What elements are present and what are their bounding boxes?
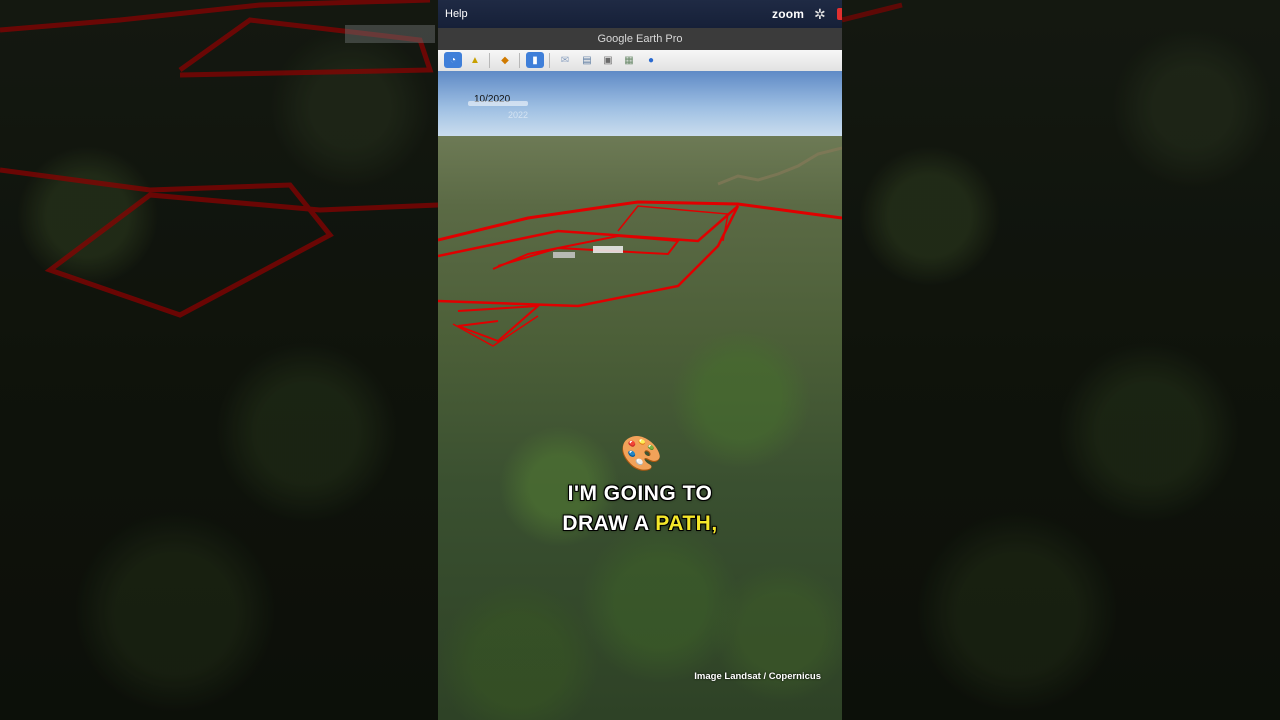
blurred-background-left bbox=[0, 0, 438, 720]
blurred-background-right bbox=[842, 0, 1280, 720]
placemark-icon[interactable]: ▲ bbox=[466, 52, 484, 68]
path-icon[interactable]: ▮ bbox=[526, 52, 544, 68]
caption-line-2-text: DRAW A bbox=[562, 512, 649, 535]
zoom-status[interactable]: zoom bbox=[772, 7, 804, 21]
caption-highlight-word: PATH, bbox=[655, 512, 718, 535]
toolbar-separator bbox=[489, 53, 490, 68]
palette-emoji-icon: 🎨 bbox=[620, 435, 663, 473]
email-icon[interactable]: ✉ bbox=[556, 52, 574, 68]
imagery-credit: Image Landsat / Copernicus bbox=[694, 671, 821, 682]
gear-icon[interactable]: ✲ bbox=[814, 6, 826, 23]
record-indicator-icon bbox=[837, 8, 842, 20]
earth-3d-view[interactable] bbox=[438, 136, 842, 720]
window-title: Google Earth Pro bbox=[438, 28, 842, 50]
help-menu[interactable]: Help bbox=[445, 8, 468, 20]
sun-icon[interactable]: ● bbox=[642, 52, 660, 68]
historical-imagery-icon[interactable]: ▦ bbox=[620, 52, 638, 68]
video-frame: Help zoom ✲ Google Earth Pro ◔ ▲ ◆ ▮ ✉ ▤… bbox=[0, 0, 1280, 720]
view-in-maps-icon[interactable]: ▣ bbox=[599, 52, 617, 68]
toolbar: ◔ ▲ ◆ ▮ ✉ ▤ ▣ ▦ ● bbox=[438, 50, 842, 72]
hide-sidebar-icon[interactable]: ◔ bbox=[444, 52, 462, 68]
google-earth-window: Help zoom ✲ Google Earth Pro ◔ ▲ ◆ ▮ ✉ ▤… bbox=[438, 0, 842, 720]
polygon-icon[interactable]: ◆ bbox=[496, 52, 514, 68]
time-slider-end-label: 2022 bbox=[508, 110, 529, 120]
toolbar-separator bbox=[519, 53, 520, 68]
time-slider[interactable] bbox=[468, 101, 528, 106]
caption-line-2: DRAW A PATH, bbox=[438, 512, 842, 536]
print-icon[interactable]: ▤ bbox=[578, 52, 596, 68]
caption-line-1: I'M GOING TO bbox=[567, 482, 713, 505]
toolbar-separator bbox=[549, 53, 550, 68]
menu-bar: Help zoom ✲ bbox=[438, 0, 842, 28]
